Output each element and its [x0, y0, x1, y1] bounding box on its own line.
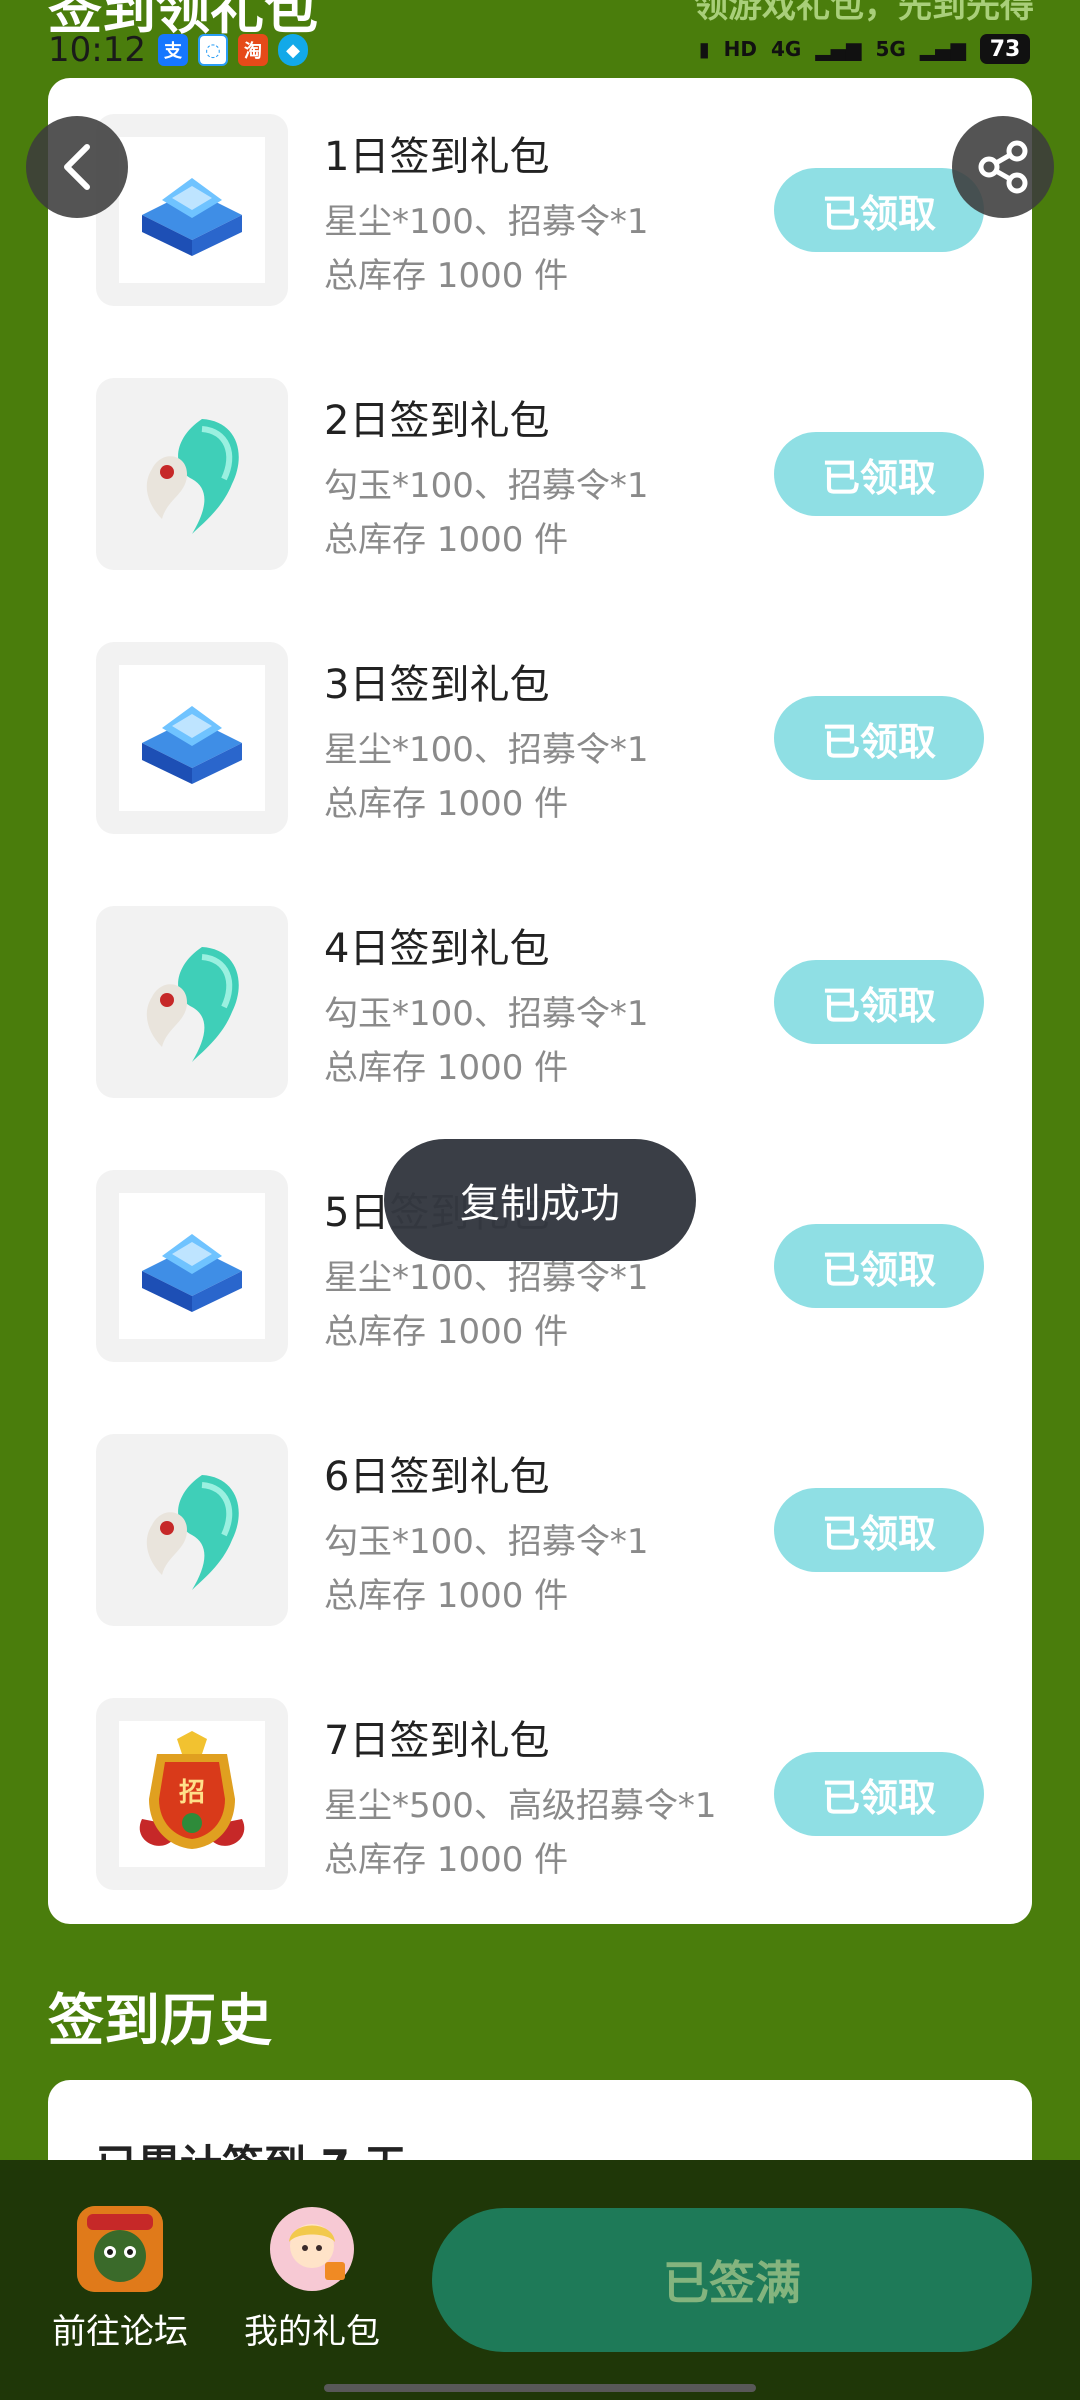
magatama-icon: [119, 929, 265, 1075]
gift-title: 7日签到礼包: [324, 1718, 550, 1764]
status-time: 10:12: [48, 30, 146, 70]
gift-stock: 总库存 1000 件: [324, 1840, 569, 1880]
star-chest-icon: [119, 665, 265, 811]
gift-row: 招 7日签到礼包 星尘*500、高级招募令*1 总库存 1000 件 已领取: [48, 1698, 1032, 1898]
forum-button[interactable]: 前往论坛: [40, 2206, 200, 2353]
vibrate-icon: ▮: [698, 37, 710, 61]
claimed-button[interactable]: 已领取: [774, 1752, 984, 1836]
forum-label: 前往论坛: [52, 2312, 188, 2352]
gift-thumbnail: 招: [96, 1698, 288, 1890]
battery-indicator: 73: [980, 34, 1030, 64]
star-chest-icon: [119, 137, 265, 283]
gift-thumbnail: [96, 1434, 288, 1626]
gift-items: 星尘*500、高级招募令*1: [324, 1786, 717, 1826]
status-bar: 10:12 支 ◌ 淘 ◆ ▮ HD 4G ▂▄▆ 5G ▂▄▆ 73: [0, 30, 1080, 74]
gift-stock: 总库存 1000 件: [324, 520, 569, 560]
claimed-button[interactable]: 已领取: [774, 1488, 984, 1572]
signal-5g-icon: 5G: [875, 37, 906, 61]
gift-title: 4日签到礼包: [324, 926, 550, 972]
gift-title: 3日签到礼包: [324, 662, 550, 708]
magatama-icon: [119, 401, 265, 547]
claimed-button[interactable]: 已领取: [774, 696, 984, 780]
toast-message: 复制成功: [384, 1139, 696, 1261]
back-button[interactable]: [26, 116, 128, 218]
gift-thumbnail: [96, 114, 288, 306]
chat-icon: ◌: [198, 34, 228, 66]
qq-icon: ◆: [278, 34, 308, 66]
gift-row: 2日签到礼包 勾玉*100、招募令*1 总库存 1000 件 已领取: [48, 378, 1032, 578]
gift-stock: 总库存 1000 件: [324, 1048, 569, 1088]
gift-title: 1日签到礼包: [324, 134, 550, 180]
gift-thumbnail: [96, 378, 288, 570]
home-indicator[interactable]: [324, 2384, 756, 2392]
signal-4g-icon: 4G: [771, 37, 802, 61]
chevron-left-icon: [64, 144, 90, 190]
svg-text:招: 招: [179, 1778, 205, 1808]
claimed-button[interactable]: 已领取: [774, 168, 984, 252]
character-avatar-icon: [269, 2206, 355, 2292]
gift-row: 6日签到礼包 勾玉*100、招募令*1 总库存 1000 件 已领取: [48, 1434, 1032, 1634]
signal-bars-icon-2: ▂▄▆: [919, 37, 966, 61]
gift-items: 勾玉*100、招募令*1: [324, 466, 649, 506]
claimed-button[interactable]: 已领取: [774, 432, 984, 516]
gift-items: 星尘*100、招募令*1: [324, 202, 649, 242]
game-avatar-icon: [77, 2206, 163, 2292]
gift-thumbnail: [96, 1170, 288, 1362]
shopping-icon: 淘: [238, 34, 268, 66]
gift-stock: 总库存 1000 件: [324, 256, 569, 296]
share-icon: [978, 140, 1028, 194]
system-indicators: ▮ HD 4G ▂▄▆ 5G ▂▄▆ 73: [699, 34, 1030, 64]
my-gifts-label: 我的礼包: [244, 2312, 380, 2352]
bottom-bar: 前往论坛 我的礼包 已签满: [0, 2160, 1080, 2400]
gift-list-card: 1日签到礼包 星尘*100、招募令*1 总库存 1000 件 已领取 2日签到礼…: [48, 78, 1032, 1924]
gift-thumbnail: [96, 906, 288, 1098]
gift-stock: 总库存 1000 件: [324, 784, 569, 824]
gift-row: 1日签到礼包 星尘*100、招募令*1 总库存 1000 件 已领取: [48, 114, 1032, 314]
history-title: 签到历史: [48, 1989, 272, 2054]
signal-bars-icon: ▂▄▆: [815, 37, 862, 61]
gift-stock: 总库存 1000 件: [324, 1312, 569, 1352]
gift-stock: 总库存 1000 件: [324, 1576, 569, 1616]
gift-items: 勾玉*100、招募令*1: [324, 994, 649, 1034]
star-chest-icon: [119, 1193, 265, 1339]
notification-icons: 支 ◌ 淘 ◆: [158, 34, 308, 66]
share-button[interactable]: [952, 116, 1054, 218]
recruit-token-icon: 招: [119, 1721, 265, 1867]
my-gifts-button[interactable]: 我的礼包: [232, 2206, 392, 2353]
claimed-button[interactable]: 已领取: [774, 1224, 984, 1308]
gift-title: 2日签到礼包: [324, 398, 550, 444]
gift-row: 4日签到礼包 勾玉*100、招募令*1 总库存 1000 件 已领取: [48, 906, 1032, 1106]
signed-full-button[interactable]: 已签满: [432, 2208, 1032, 2352]
alipay-icon: 支: [158, 34, 188, 66]
hd-icon: HD: [723, 37, 757, 61]
gift-thumbnail: [96, 642, 288, 834]
magatama-icon: [119, 1457, 265, 1603]
claimed-button[interactable]: 已领取: [774, 960, 984, 1044]
gift-row: 3日签到礼包 星尘*100、招募令*1 总库存 1000 件 已领取: [48, 642, 1032, 842]
gift-items: 星尘*100、招募令*1: [324, 730, 649, 770]
gift-title: 6日签到礼包: [324, 1454, 550, 1500]
page-subtitle: 领游戏礼包，先到先得: [694, 0, 1034, 26]
gift-items: 勾玉*100、招募令*1: [324, 1522, 649, 1562]
